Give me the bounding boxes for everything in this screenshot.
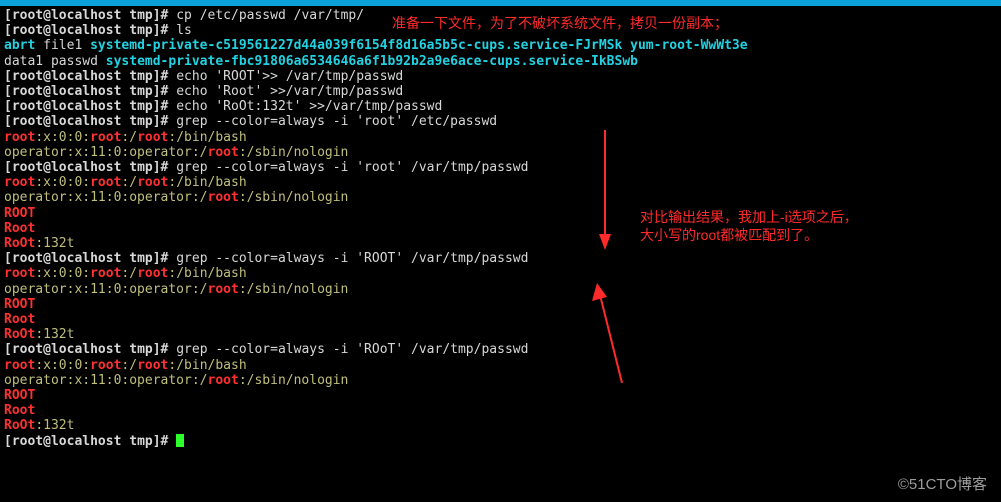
terminal[interactable]: [root@localhost tmp]# cp /etc/passwd /va… <box>0 6 1001 453</box>
grep-output: root:x:0:0:root:/root:/bin/bash <box>4 358 997 373</box>
grep-output: ROOT <box>4 388 997 403</box>
cursor-icon <box>176 434 184 447</box>
terminal-line: [root@localhost tmp]# grep --color=alway… <box>4 251 997 266</box>
annotation-right-2: 大小写的root都被匹配到了。 <box>640 226 818 244</box>
grep-output: operator:x:11:0:operator:/root:/sbin/nol… <box>4 373 997 388</box>
grep-output: operator:x:11:0:operator:/root:/sbin/nol… <box>4 282 997 297</box>
annotation-top: 准备一下文件，为了不破坏系统文件，拷贝一份副本； <box>392 14 728 32</box>
grep-output: root:x:0:0:root:/root:/bin/bash <box>4 175 997 190</box>
terminal-line: [root@localhost tmp]# echo 'Root' >>/var… <box>4 84 997 99</box>
terminal-line: [root@localhost tmp]# grep --color=alway… <box>4 114 997 129</box>
terminal-line: [root@localhost tmp]# grep --color=alway… <box>4 342 997 357</box>
terminal-line: [root@localhost tmp]# echo 'RoOt:132t' >… <box>4 99 997 114</box>
ls-output-row: data1 passwd systemd-private-fbc91806a65… <box>4 54 997 69</box>
terminal-prompt-active[interactable]: [root@localhost tmp]# <box>4 434 997 449</box>
annotation-right-1: 对比输出结果，我加上-i选项之后， <box>640 208 858 226</box>
grep-output: root:x:0:0:root:/root:/bin/bash <box>4 130 997 145</box>
grep-output: root:x:0:0:root:/root:/bin/bash <box>4 266 997 281</box>
grep-output: operator:x:11:0:operator:/root:/sbin/nol… <box>4 145 997 160</box>
terminal-line: [root@localhost tmp]# echo 'ROOT'>> /var… <box>4 69 997 84</box>
grep-output: RoOt:132t <box>4 236 997 251</box>
terminal-line: [root@localhost tmp]# grep --color=alway… <box>4 160 997 175</box>
watermark: ©51CTO博客 <box>898 477 987 492</box>
grep-output: operator:x:11:0:operator:/root:/sbin/nol… <box>4 190 997 205</box>
grep-output: RoOt:132t <box>4 418 997 433</box>
grep-output: Root <box>4 403 997 418</box>
grep-output: Root <box>4 312 997 327</box>
grep-output: ROOT <box>4 297 997 312</box>
grep-output: RoOt:132t <box>4 327 997 342</box>
ls-output-row: abrt file1 systemd-private-c519561227d44… <box>4 38 997 53</box>
